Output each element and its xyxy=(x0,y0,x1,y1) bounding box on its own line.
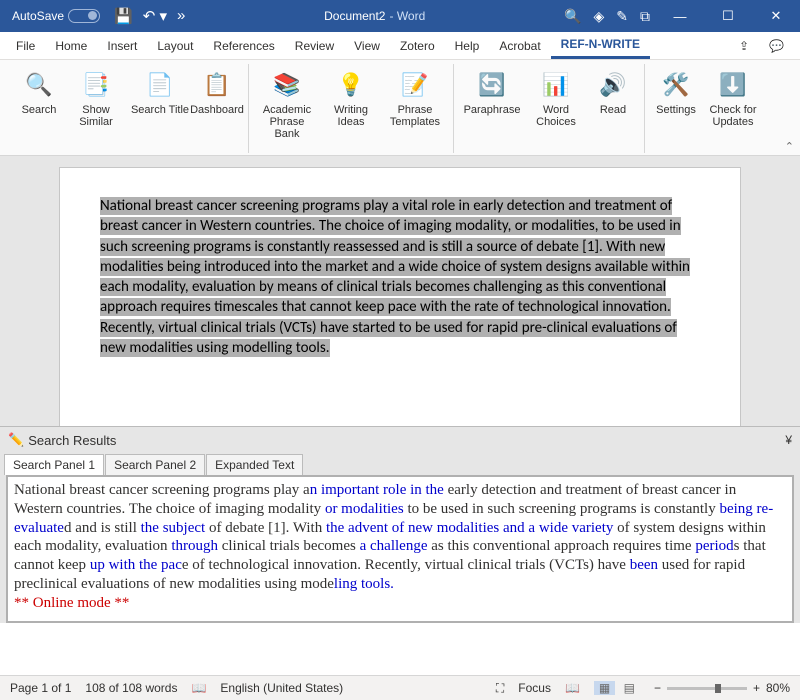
zoom-out-icon[interactable]: − xyxy=(654,681,661,695)
ribbon-group-tools: 🔄Paraphrase📊Word Choices🔊Read xyxy=(454,64,645,153)
icon: 📊 xyxy=(541,70,571,100)
app-suffix: - Word xyxy=(389,9,425,23)
zoom-slider[interactable] xyxy=(667,687,747,690)
ribbon-read[interactable]: 🔊Read xyxy=(590,64,636,153)
toggle-icon xyxy=(68,9,100,23)
word-count[interactable]: 108 of 108 words xyxy=(85,681,177,695)
view-modes: ▦ ▤ xyxy=(594,681,640,695)
share-icon[interactable]: ⇪ xyxy=(729,34,759,58)
icon: ⬇️ xyxy=(718,70,748,100)
ribbon-group-phrase: 📚Academic Phrase Bank💡Writing Ideas📝Phra… xyxy=(249,64,454,153)
web-layout-icon[interactable]: ▤ xyxy=(619,681,640,695)
tab-expanded-text[interactable]: Expanded Text xyxy=(206,454,303,475)
online-mode-label: ** Online mode ** xyxy=(14,595,129,611)
icon: 🛠️ xyxy=(661,70,691,100)
spellcheck-icon[interactable]: 📖 xyxy=(191,681,206,695)
autosave-label: AutoSave xyxy=(12,9,64,23)
ribbon: 🔍Search📑Show Similar📄Search Title📋Dashbo… xyxy=(0,60,800,156)
selected-text: National breast cancer screening program… xyxy=(100,197,690,357)
document-page[interactable]: National breast cancer screening program… xyxy=(60,168,740,426)
page-indicator[interactable]: Page 1 of 1 xyxy=(10,681,71,695)
print-layout-icon[interactable]: ▦ xyxy=(594,681,615,695)
menu-help[interactable]: Help xyxy=(445,34,490,58)
zoom-control: − + 80% xyxy=(654,681,790,695)
focus-label[interactable]: Focus xyxy=(518,681,551,695)
collapse-panel-icon[interactable]: ¥ xyxy=(785,433,792,447)
menu-bar: FileHomeInsertLayoutReferencesReviewView… xyxy=(0,32,800,60)
panel-header: ✏️ Search Results ¥ xyxy=(0,427,800,453)
ribbon-writing-ideas[interactable]: 💡Writing Ideas xyxy=(321,64,381,153)
save-icon[interactable]: 💾 xyxy=(114,7,133,25)
titlebar: AutoSave 💾 ↶ ▾ » Document2 - Word 🔍 ◈ ✎ … xyxy=(0,0,800,32)
ribbon-group-search: 🔍Search📑Show Similar📄Search Title📋Dashbo… xyxy=(8,64,249,153)
tab-search-panel-1[interactable]: Search Panel 1 xyxy=(4,454,104,475)
menu-file[interactable]: File xyxy=(6,34,45,58)
menu-home[interactable]: Home xyxy=(45,34,97,58)
ribbon-search-title[interactable]: 📄Search Title xyxy=(130,64,190,153)
collapse-ribbon-icon[interactable]: ⌃ xyxy=(785,140,794,153)
search-results-panel: ✏️ Search Results ¥ Search Panel 1Search… xyxy=(0,426,800,623)
menu-review[interactable]: Review xyxy=(285,34,344,58)
quick-access: 💾 ↶ ▾ » xyxy=(114,7,185,25)
pencil-icon: ✏️ xyxy=(8,432,24,448)
ribbon-check-for-updates[interactable]: ⬇️Check for Updates xyxy=(703,64,763,153)
diamond-icon[interactable]: ◈ xyxy=(593,8,604,25)
menu-references[interactable]: References xyxy=(203,34,284,58)
zoom-value[interactable]: 80% xyxy=(766,681,790,695)
menu-layout[interactable]: Layout xyxy=(147,34,203,58)
ribbon-search[interactable]: 🔍Search xyxy=(16,64,62,153)
panel-tabs: Search Panel 1Search Panel 2Expanded Tex… xyxy=(0,453,800,475)
language[interactable]: English (United States) xyxy=(220,681,343,695)
ribbon-word-choices[interactable]: 📊Word Choices xyxy=(526,64,586,153)
more-icon[interactable]: » xyxy=(177,7,185,25)
window-title: Document2 - Word xyxy=(185,9,564,23)
titlebar-right: 🔍 ◈ ✎ ⧉ — ☐ ✕ xyxy=(564,8,794,25)
menu-ref-n-write[interactable]: REF-N-WRITE xyxy=(551,32,650,59)
menu-zotero[interactable]: Zotero xyxy=(390,34,445,58)
menu-acrobat[interactable]: Acrobat xyxy=(489,34,550,58)
icon: 📋 xyxy=(202,70,232,100)
ribbon-paraphrase[interactable]: 🔄Paraphrase xyxy=(462,64,522,153)
ribbon-academic-phrase-bank[interactable]: 📚Academic Phrase Bank xyxy=(257,64,317,153)
autosave-toggle[interactable]: AutoSave xyxy=(6,9,106,23)
comments-icon[interactable]: 💬 xyxy=(759,34,794,58)
ribbon-show-similar[interactable]: 📑Show Similar xyxy=(66,64,126,153)
menu-insert[interactable]: Insert xyxy=(97,34,147,58)
close-icon[interactable]: ✕ xyxy=(758,8,794,24)
icon: 🔊 xyxy=(598,70,628,100)
status-bar: Page 1 of 1 108 of 108 words 📖 English (… xyxy=(0,675,800,700)
icon: 🔍 xyxy=(24,70,54,100)
ribbon-phrase-templates[interactable]: 📝Phrase Templates xyxy=(385,64,445,153)
pen-icon[interactable]: ✎ xyxy=(616,8,628,25)
icon: 📄 xyxy=(145,70,175,100)
maximize-icon[interactable]: ☐ xyxy=(710,8,746,24)
icon: 📑 xyxy=(81,70,111,100)
ribbon-settings[interactable]: 🛠️Settings xyxy=(653,64,699,153)
result-text[interactable]: National breast cancer screening program… xyxy=(6,475,794,623)
panel-title: Search Results xyxy=(28,433,785,448)
icon: 📝 xyxy=(400,70,430,100)
tab-search-panel-2[interactable]: Search Panel 2 xyxy=(105,454,205,475)
icon: 🔄 xyxy=(477,70,507,100)
doc-name: Document2 xyxy=(324,9,385,23)
menu-view[interactable]: View xyxy=(344,34,390,58)
undo-icon[interactable]: ↶ ▾ xyxy=(143,7,167,25)
zoom-in-icon[interactable]: + xyxy=(753,681,760,695)
ribbon-group-settings: 🛠️Settings⬇️Check for Updates xyxy=(645,64,771,153)
minimize-icon[interactable]: — xyxy=(662,9,698,24)
book-icon[interactable]: 📖 xyxy=(565,681,580,695)
icon: 💡 xyxy=(336,70,366,100)
document-paragraph[interactable]: National breast cancer screening program… xyxy=(100,196,700,358)
focus-mode-icon[interactable]: ⛶ xyxy=(496,681,504,696)
icon: 📚 xyxy=(272,70,302,100)
search-icon[interactable]: 🔍 xyxy=(564,8,581,25)
box-icon[interactable]: ⧉ xyxy=(640,8,650,25)
ribbon-dashboard[interactable]: 📋Dashboard xyxy=(194,64,240,153)
document-area: National breast cancer screening program… xyxy=(0,156,800,426)
